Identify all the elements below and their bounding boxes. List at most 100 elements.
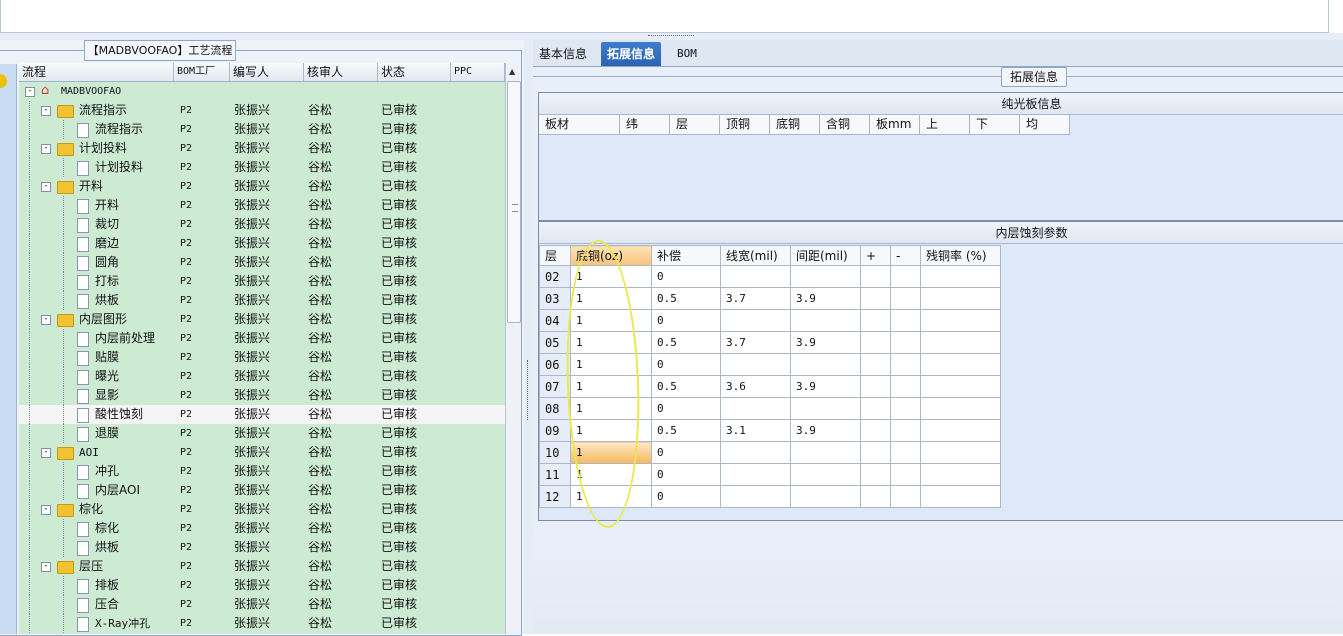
collapse-icon[interactable]: - <box>41 562 51 572</box>
etch-layer[interactable]: 09 <box>539 419 571 442</box>
tree-node[interactable]: - 内层图形 <box>19 310 174 329</box>
etch-residual-cu[interactable] <box>920 309 1001 332</box>
etch-spacing[interactable] <box>790 309 861 332</box>
etch-minus[interactable] <box>890 287 921 310</box>
col-header-top-cu[interactable]: 顶铜 <box>720 115 770 134</box>
col-header-layer[interactable]: 层 <box>539 245 571 266</box>
tree-row[interactable]: 棕化 P2 张振兴 谷松 已审核 <box>19 519 505 538</box>
col-header-plus[interactable]: + <box>860 245 891 266</box>
etch-base-cu[interactable]: 1 <box>570 309 652 332</box>
etch-spacing[interactable] <box>790 463 861 486</box>
etch-spacing[interactable] <box>790 353 861 376</box>
horizontal-splitter[interactable] <box>0 33 1343 40</box>
tree-node[interactable]: 棕化 <box>19 519 174 538</box>
etch-layer[interactable]: 06 <box>539 353 571 376</box>
col-header-board-mm[interactable]: 板mm <box>870 115 920 134</box>
etch-compensation[interactable]: 0 <box>651 309 721 332</box>
etch-compensation[interactable]: 0 <box>651 485 721 508</box>
etch-base-cu[interactable]: 1 <box>570 485 652 508</box>
tree-row[interactable]: 贴膜 P2 张振兴 谷松 已审核 <box>19 348 505 367</box>
tree-row[interactable]: - 计划投料 P2 张振兴 谷松 已审核 <box>19 139 505 158</box>
tree-node[interactable]: 烘板 <box>19 538 174 557</box>
tree-row[interactable]: 显影 P2 张振兴 谷松 已审核 <box>19 386 505 405</box>
etch-base-cu[interactable]: 1 <box>570 265 652 288</box>
tab-basic-info[interactable]: 基本信息 <box>533 42 593 66</box>
etch-base-cu[interactable]: 1 <box>570 419 652 442</box>
collapse-icon[interactable]: - <box>41 505 51 515</box>
etch-compensation[interactable]: 0.5 <box>651 331 721 354</box>
etch-spacing[interactable] <box>790 485 861 508</box>
scroll-thumb[interactable] <box>507 81 521 323</box>
etch-row[interactable]: 06 1 0 <box>539 353 1001 376</box>
etch-spacing[interactable]: 3.9 <box>790 331 861 354</box>
etch-minus[interactable] <box>890 397 921 420</box>
etch-layer[interactable]: 05 <box>539 331 571 354</box>
vertical-splitter[interactable] <box>524 40 533 634</box>
etch-plus[interactable] <box>860 463 891 486</box>
etch-row[interactable]: 03 1 0.5 3.7 3.9 <box>539 287 1001 310</box>
tree-node[interactable]: 磨边 <box>19 234 174 253</box>
col-header-line-width[interactable]: 线宽(mil) <box>720 245 791 266</box>
etch-layer[interactable]: 02 <box>539 265 571 288</box>
collapse-icon[interactable]: - <box>41 448 51 458</box>
collapse-icon[interactable]: - <box>25 87 35 97</box>
etch-minus[interactable] <box>890 353 921 376</box>
tree-node[interactable]: X-Ray冲孔 <box>19 614 174 633</box>
etch-compensation[interactable]: 0 <box>651 353 721 376</box>
tree-node[interactable]: 内层前处理 <box>19 329 174 348</box>
etch-compensation[interactable]: 0.5 <box>651 419 721 442</box>
etch-line-width[interactable]: 3.6 <box>720 375 791 398</box>
etch-residual-cu[interactable] <box>920 287 1001 310</box>
tree-row[interactable]: 裁切 P2 张振兴 谷松 已审核 <box>19 215 505 234</box>
col-header-residual-cu[interactable]: 残铜率 (%) <box>920 245 1001 266</box>
tree-row[interactable]: - ⌂ MADBVOOFAO <box>19 82 505 101</box>
tree-row[interactable]: - AOI P2 张振兴 谷松 已审核 <box>19 443 505 462</box>
tree-row[interactable]: - 开料 P2 张振兴 谷松 已审核 <box>19 177 505 196</box>
tree-row[interactable]: 开料 P2 张振兴 谷松 已审核 <box>19 196 505 215</box>
etch-minus[interactable] <box>890 485 921 508</box>
etch-layer[interactable]: 10 <box>539 441 571 464</box>
etch-plus[interactable] <box>860 485 891 508</box>
etch-spacing[interactable] <box>790 397 861 420</box>
tree-node[interactable]: - 棕化 <box>19 500 174 519</box>
collapse-icon[interactable]: - <box>41 144 51 154</box>
etch-spacing[interactable]: 3.9 <box>790 287 861 310</box>
etch-base-cu[interactable]: 1 <box>570 463 652 486</box>
tree-node[interactable]: 圆角 <box>19 253 174 272</box>
tree-node[interactable]: 计划投料 <box>19 158 174 177</box>
col-header-compensation[interactable]: 补偿 <box>651 245 721 266</box>
tree-node[interactable]: - 计划投料 <box>19 139 174 158</box>
tree-node[interactable]: - 流程指示 <box>19 101 174 120</box>
etch-row[interactable]: 11 1 0 <box>539 463 1001 486</box>
col-header-average[interactable]: 均 <box>1020 115 1070 134</box>
tree-node[interactable]: 内层AOI <box>19 481 174 500</box>
etch-line-width[interactable] <box>720 353 791 376</box>
etch-base-cu[interactable]: 1 <box>570 397 652 420</box>
etch-spacing[interactable] <box>790 265 861 288</box>
tree-node[interactable]: 烘板 <box>19 291 174 310</box>
tree-row[interactable]: 压合 P2 张振兴 谷松 已审核 <box>19 595 505 614</box>
etch-spacing[interactable]: 3.9 <box>790 375 861 398</box>
etch-plus[interactable] <box>860 287 891 310</box>
etch-compensation[interactable]: 0 <box>651 463 721 486</box>
tree-row[interactable]: - 内层图形 P2 张振兴 谷松 已审核 <box>19 310 505 329</box>
etch-base-cu[interactable]: 1 <box>570 375 652 398</box>
left-dock-strip[interactable] <box>0 64 17 634</box>
tree-row[interactable]: 冲孔 P2 张振兴 谷松 已审核 <box>19 462 505 481</box>
tree-node[interactable]: 冲孔 <box>19 462 174 481</box>
col-header-writer[interactable]: 编写人 <box>230 63 304 81</box>
etch-line-width[interactable] <box>720 309 791 332</box>
etch-compensation[interactable]: 0 <box>651 265 721 288</box>
collapse-icon[interactable]: - <box>41 182 51 192</box>
etch-plus[interactable] <box>860 309 891 332</box>
col-header-process[interactable]: 流程 <box>19 63 174 81</box>
tree-node[interactable]: 压合 <box>19 595 174 614</box>
etch-base-cu[interactable]: 1 <box>570 287 652 310</box>
etch-minus[interactable] <box>890 331 921 354</box>
etch-plus[interactable] <box>860 265 891 288</box>
etch-compensation[interactable]: 0.5 <box>651 287 721 310</box>
col-header-cu-content[interactable]: 含铜 <box>820 115 870 134</box>
etch-line-width[interactable] <box>720 397 791 420</box>
etch-residual-cu[interactable] <box>920 485 1001 508</box>
etch-row[interactable]: 08 1 0 <box>539 397 1001 420</box>
